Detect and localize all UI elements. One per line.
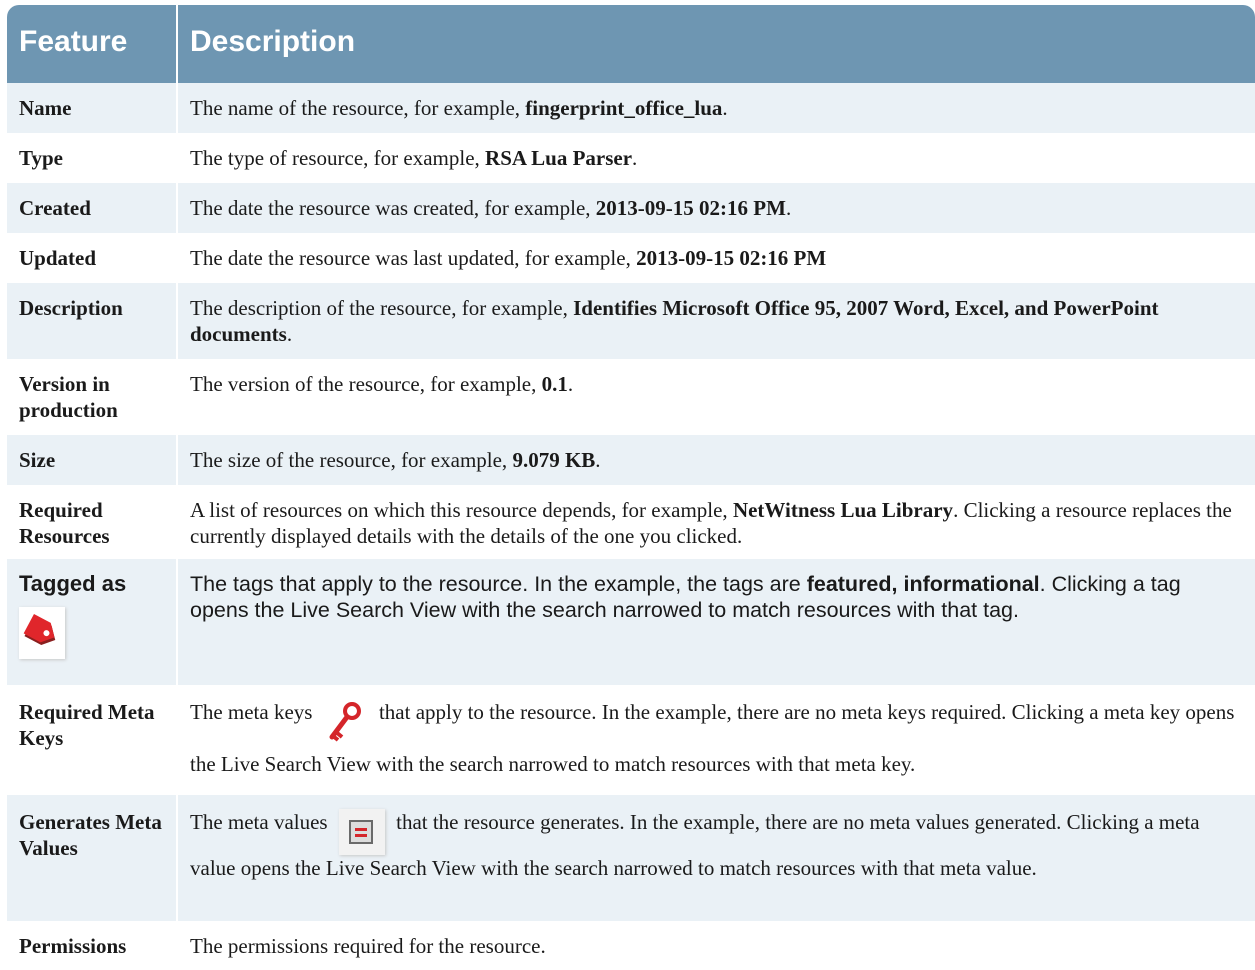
description-name: The name of the resource, for example, f…	[178, 83, 1255, 133]
meta-values-icon	[338, 809, 385, 855]
description-updated: The date the resource was last updated, …	[178, 233, 1255, 283]
description-column-header: Description	[178, 5, 1255, 83]
description-created: The date the resource was created, for e…	[178, 183, 1255, 233]
description-generates-meta-values: The meta values that the resource genera…	[178, 795, 1255, 921]
description-permissions: The permissions required for the resourc…	[178, 921, 1255, 967]
feature-required-resources: Required Resources	[7, 485, 178, 559]
description-size: The size of the resource, for example, 9…	[178, 435, 1255, 485]
feature-created: Created	[7, 183, 178, 233]
feature-type: Type	[7, 133, 178, 183]
feature-generates-meta-values: Generates Meta Values	[7, 795, 178, 921]
feature-column-header: Feature	[7, 5, 178, 83]
description-required-resources: A list of resources on which this resour…	[178, 485, 1255, 559]
key-icon	[322, 699, 370, 751]
feature-name: Name	[7, 83, 178, 133]
feature-description: Description	[7, 283, 178, 359]
description-version: The version of the resource, for example…	[178, 359, 1255, 435]
feature-size: Size	[7, 435, 178, 485]
feature-required-meta-keys: Required Meta Keys	[7, 685, 178, 795]
feature-tagged-as: Tagged as	[7, 559, 178, 685]
description-tagged-as: The tags that apply to the resource. In …	[178, 559, 1255, 685]
feature-permissions: Permissions	[7, 921, 178, 967]
tag-icon	[19, 607, 65, 659]
feature-table: Feature Description Name The name of the…	[7, 5, 1255, 967]
description-type: The type of resource, for example, RSA L…	[178, 133, 1255, 183]
feature-updated: Updated	[7, 233, 178, 283]
feature-version: Version in production	[7, 359, 178, 435]
description-description: The description of the resource, for exa…	[178, 283, 1255, 359]
description-required-meta-keys: The meta keys that apply to the resource…	[178, 685, 1255, 795]
